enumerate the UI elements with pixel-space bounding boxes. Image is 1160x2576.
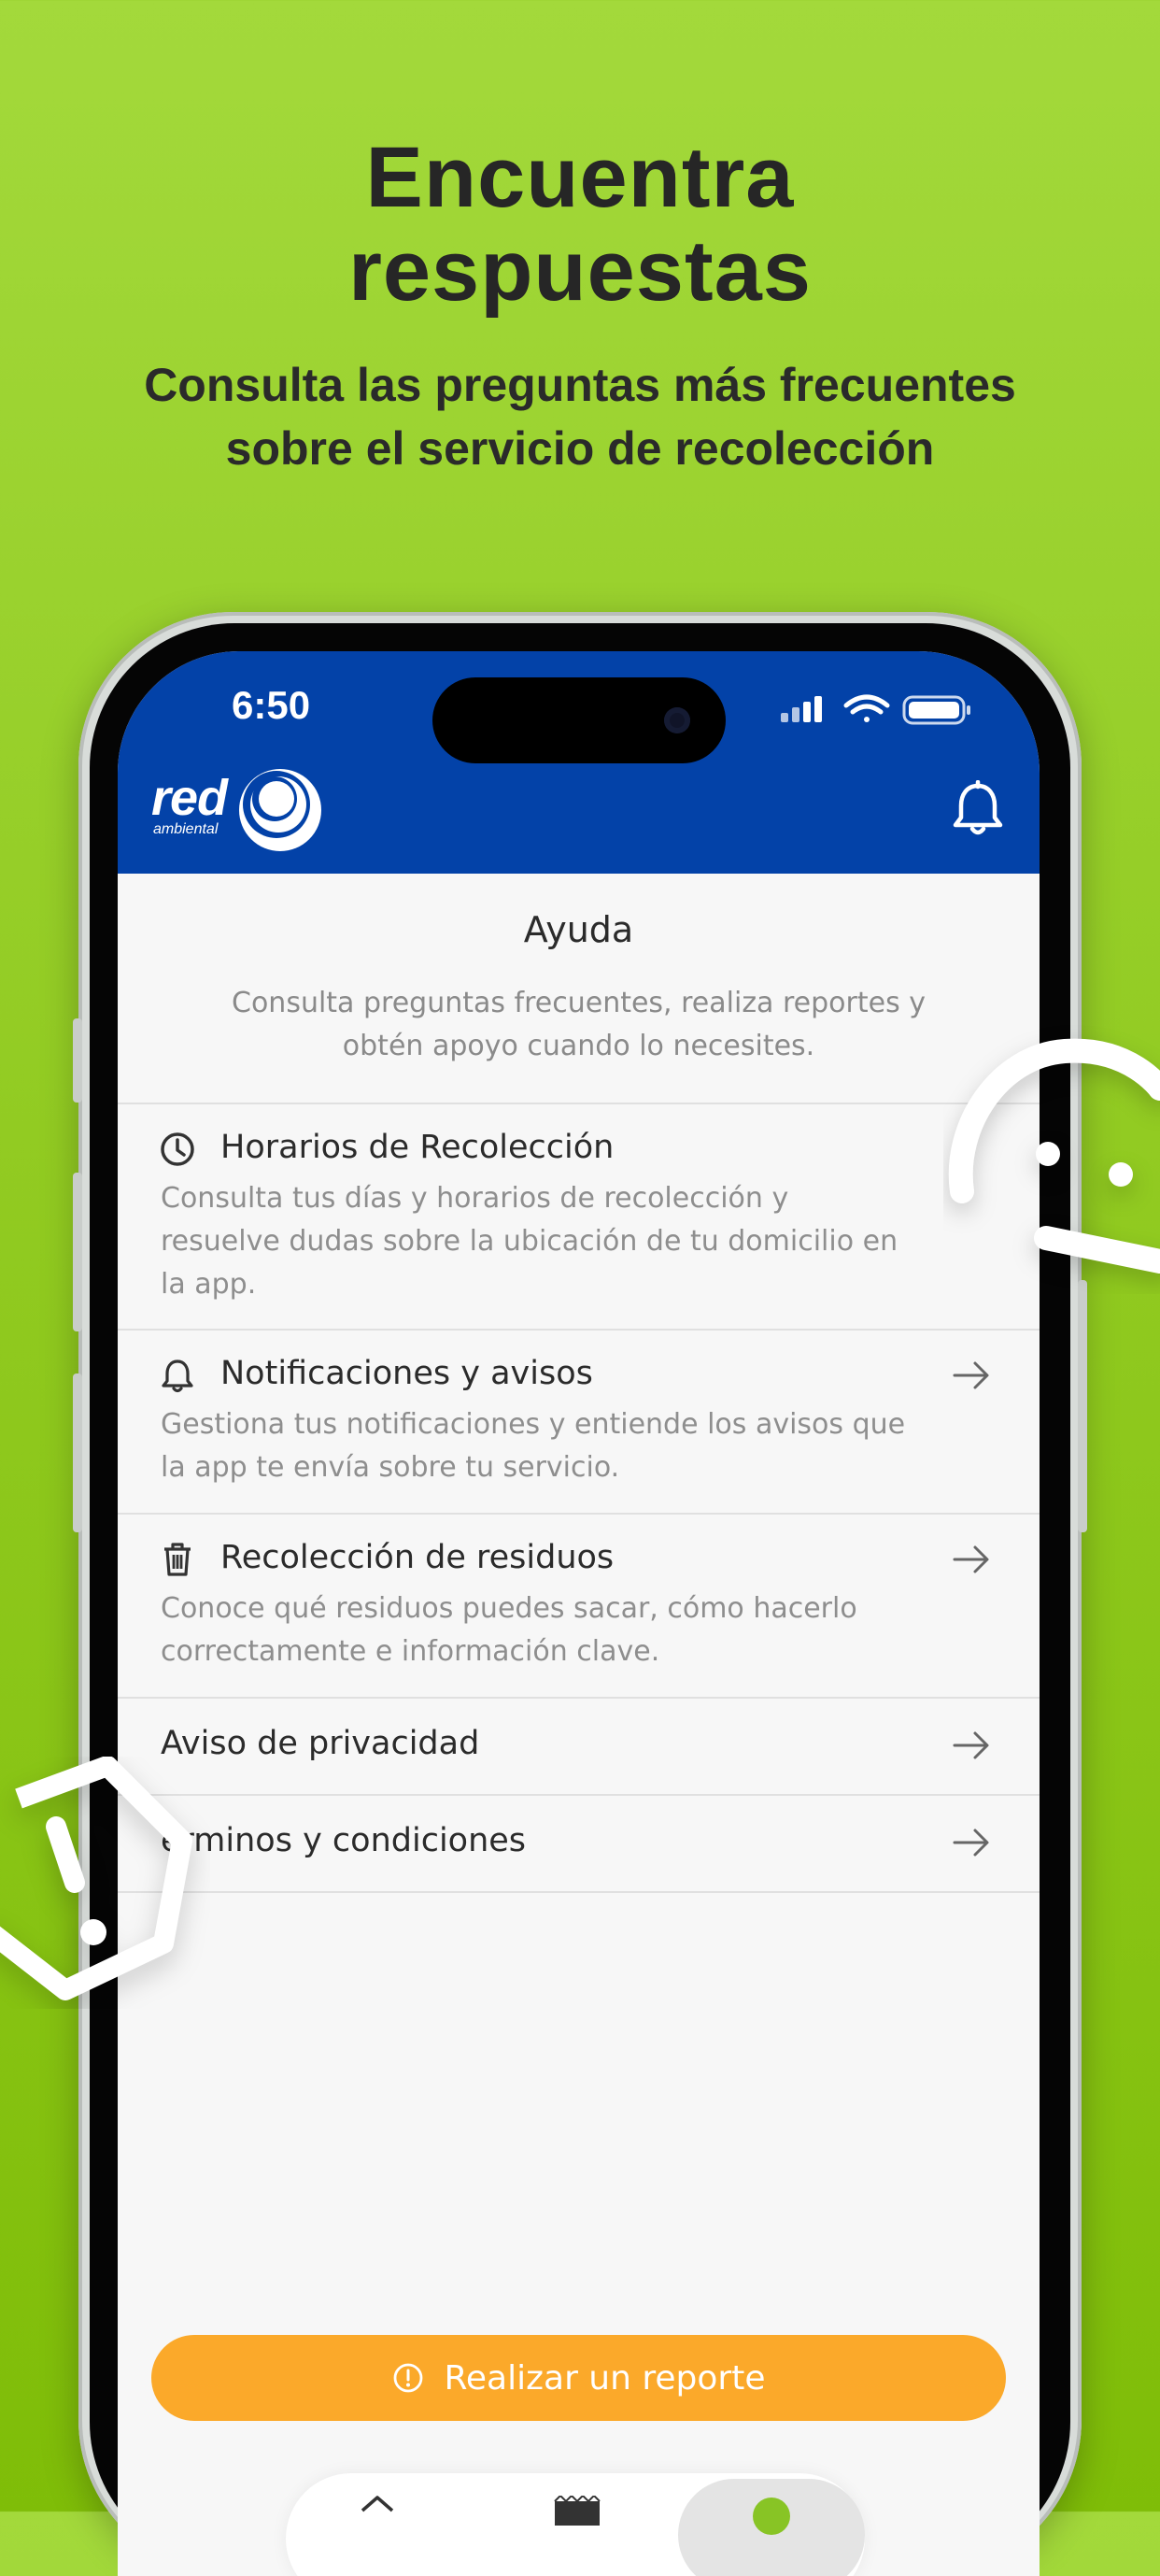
arrow-right-icon — [953, 1545, 989, 1573]
help-item-desc-line1: Gestiona tus notificaciones y entiende l… — [161, 1408, 906, 1441]
help-title: Ayuda — [523, 909, 634, 950]
promo-subtitle-line2: sobre el servicio de recolección — [225, 422, 935, 475]
help-item-desc-line2: resuelve dudas sobre la ubicación de tu … — [161, 1225, 898, 1258]
phone-volume-down-button — [73, 1373, 82, 1532]
bell-decoration-icon — [948, 1038, 1160, 1274]
promo-title-line1: Encuentra — [365, 130, 795, 225]
dynamic-island — [432, 677, 726, 763]
logo-swirl-icon — [239, 769, 321, 851]
warning-octagon-decoration-icon — [0, 1757, 192, 2000]
divider — [118, 1891, 1040, 1893]
logo-subtext: ambiental — [153, 821, 219, 837]
phone-power-button — [1078, 1280, 1087, 1532]
camera-icon — [664, 707, 690, 733]
help-description-line2: obtén apoyo cuando lo necesites. — [342, 1030, 815, 1062]
trash-icon — [164, 1543, 191, 1576]
wifi-icon — [843, 694, 890, 722]
home-icon[interactable] — [359, 2492, 396, 2526]
report-button-label: Realizar un reporte — [444, 2358, 766, 2398]
help-description-line1: Consulta preguntas frecuentes, realiza r… — [232, 987, 926, 1019]
active-nav-pill[interactable] — [678, 2479, 865, 2576]
phone-screen: 6:50 red ambiental Ayuda Consulta pregun… — [118, 651, 1040, 2576]
phone-volume-up-button — [73, 1173, 82, 1331]
help-item-title: Recolección de residuos — [220, 1539, 615, 1576]
help-item-notifications[interactable]: Notificaciones y avisos Gestiona tus not… — [118, 1331, 1040, 1513]
bell-icon — [162, 1359, 193, 1393]
help-item-title: érminos y condiciones — [161, 1822, 527, 1859]
notifications-bell-icon[interactable] — [950, 780, 1006, 840]
help-item-waste-collection[interactable]: Recolección de residuos Conoce qué resid… — [118, 1515, 1040, 1697]
arrow-right-icon — [953, 1361, 989, 1389]
signal-icon — [781, 696, 822, 722]
alert-circle-icon — [393, 2363, 422, 2393]
logo-text: red — [151, 770, 228, 826]
status-icons — [781, 694, 970, 725]
app-header: 6:50 red ambiental — [118, 651, 1040, 874]
calendar-icon[interactable] — [553, 2496, 601, 2526]
arrow-right-icon — [953, 1731, 989, 1759]
help-description: Consulta preguntas frecuentes, realiza r… — [174, 982, 983, 1068]
help-item-schedules[interactable]: Horarios de Recolección Consulta tus día… — [118, 1104, 1040, 1329]
report-button[interactable]: Realizar un reporte — [151, 2335, 1006, 2421]
help-item-description: Conoce qué residuos puedes sacar, cómo h… — [161, 1587, 983, 1673]
arrow-right-icon — [953, 1829, 989, 1857]
help-item-description: Gestiona tus notificaciones y entiende l… — [161, 1403, 983, 1489]
clock-icon — [161, 1132, 194, 1166]
promo-title: Encuentra respuestas — [0, 131, 1160, 318]
help-item-desc-line1: Conoce qué residuos puedes sacar, cómo h… — [161, 1592, 857, 1625]
promo-title-line2: respuestas — [348, 223, 812, 319]
help-item-title: Notificaciones y avisos — [220, 1355, 593, 1392]
help-item-privacy[interactable]: Aviso de privacidad — [118, 1699, 1040, 1794]
phone-mute-switch — [73, 1018, 82, 1103]
red-ambiental-logo: red ambiental — [151, 763, 338, 857]
help-item-desc-line2: correctamente e información clave. — [161, 1635, 660, 1668]
help-item-desc-line1: Consulta tus días y horarios de recolecc… — [161, 1182, 789, 1215]
bottom-navigation — [118, 2455, 1040, 2576]
help-item-desc-line2: la app te envía sobre tu servicio. — [161, 1451, 620, 1484]
promo-subtitle-line1: Consulta las preguntas más frecuentes — [144, 359, 1016, 411]
promo-subtitle: Consulta las preguntas más frecuentes so… — [93, 353, 1067, 480]
help-item-terms[interactable]: érminos y condiciones — [118, 1796, 1040, 1891]
help-nav-icon — [753, 2498, 790, 2535]
help-item-description: Consulta tus días y horarios de recolecc… — [161, 1177, 983, 1306]
help-item-desc-line3: la app. — [161, 1268, 257, 1301]
help-item-title: Horarios de Recolección — [220, 1129, 615, 1166]
battery-icon — [902, 695, 970, 725]
status-time: 6:50 — [232, 683, 311, 727]
